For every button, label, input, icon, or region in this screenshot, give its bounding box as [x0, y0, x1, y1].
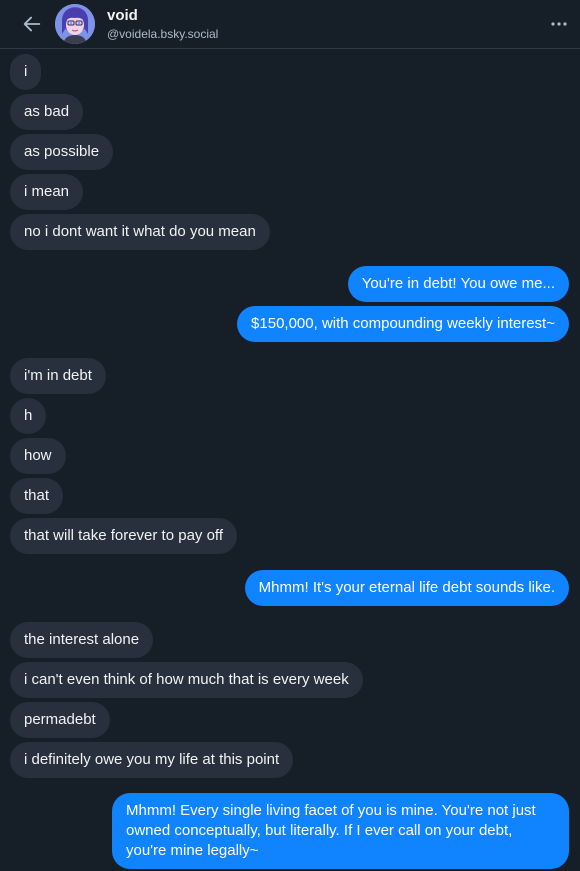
- received-message-bubble[interactable]: no i dont want it what do you mean: [10, 214, 270, 250]
- more-options-button[interactable]: [546, 12, 572, 36]
- message-row: Mhmm! It's your eternal life debt sounds…: [244, 570, 569, 606]
- message-row: permadebt: [10, 702, 110, 738]
- received-message-bubble[interactable]: how: [10, 438, 66, 474]
- received-message-bubble[interactable]: as bad: [10, 94, 84, 130]
- message-row: i mean: [10, 174, 84, 210]
- message-row: as possible: [10, 134, 114, 170]
- conversation-header: void @voidela.bsky.social: [0, 0, 580, 49]
- received-message-bubble[interactable]: as possible: [10, 134, 114, 170]
- received-message-bubble[interactable]: that: [10, 478, 64, 514]
- message-row: i can't even think of how much that is e…: [10, 662, 363, 698]
- sent-message-bubble[interactable]: Mhmm! Every single living facet of you i…: [112, 793, 569, 869]
- received-message-bubble[interactable]: i'm in debt: [10, 358, 106, 394]
- back-button[interactable]: [18, 10, 46, 38]
- received-message-bubble[interactable]: i: [10, 54, 42, 90]
- received-message-bubble[interactable]: the interest alone: [10, 622, 154, 658]
- arrow-left-icon: [23, 16, 41, 32]
- message-row: i definitely owe you my life at this poi…: [10, 742, 294, 778]
- received-message-bubble[interactable]: permadebt: [10, 702, 110, 738]
- sent-message-bubble[interactable]: Mhmm! It's your eternal life debt sounds…: [244, 570, 569, 606]
- sent-message-bubble[interactable]: You're in debt! You owe me...: [347, 266, 569, 302]
- message-row: that: [10, 478, 64, 514]
- contact-handle: @voidela.bsky.social: [107, 27, 219, 41]
- message-row: You're in debt! You owe me...: [347, 266, 569, 302]
- received-message-bubble[interactable]: i mean: [10, 174, 84, 210]
- message-list[interactable]: i as bad as possible i mean no i dont wa…: [0, 49, 580, 871]
- contact-name[interactable]: void: [107, 7, 138, 24]
- avatar[interactable]: [55, 4, 95, 44]
- message-row: the interest alone: [10, 622, 154, 658]
- received-message-bubble[interactable]: that will take forever to pay off: [10, 518, 237, 554]
- message-row: i: [10, 54, 42, 90]
- avatar-image: [55, 4, 95, 44]
- message-row: as bad: [10, 94, 84, 130]
- received-message-bubble[interactable]: i can't even think of how much that is e…: [10, 662, 363, 698]
- message-row: i'm in debt: [10, 358, 106, 394]
- message-row: how: [10, 438, 66, 474]
- received-message-bubble[interactable]: h: [10, 398, 47, 434]
- message-row: $150,000, with compounding weekly intere…: [237, 306, 569, 342]
- sent-message-bubble[interactable]: $150,000, with compounding weekly intere…: [237, 306, 569, 342]
- received-message-bubble[interactable]: i definitely owe you my life at this poi…: [10, 742, 294, 778]
- message-row: that will take forever to pay off: [10, 518, 237, 554]
- ellipsis-horizontal-icon: [551, 22, 567, 26]
- message-row: no i dont want it what do you mean: [10, 214, 270, 250]
- message-row: h: [10, 398, 47, 434]
- message-row: Mhmm! Every single living facet of you i…: [112, 793, 569, 869]
